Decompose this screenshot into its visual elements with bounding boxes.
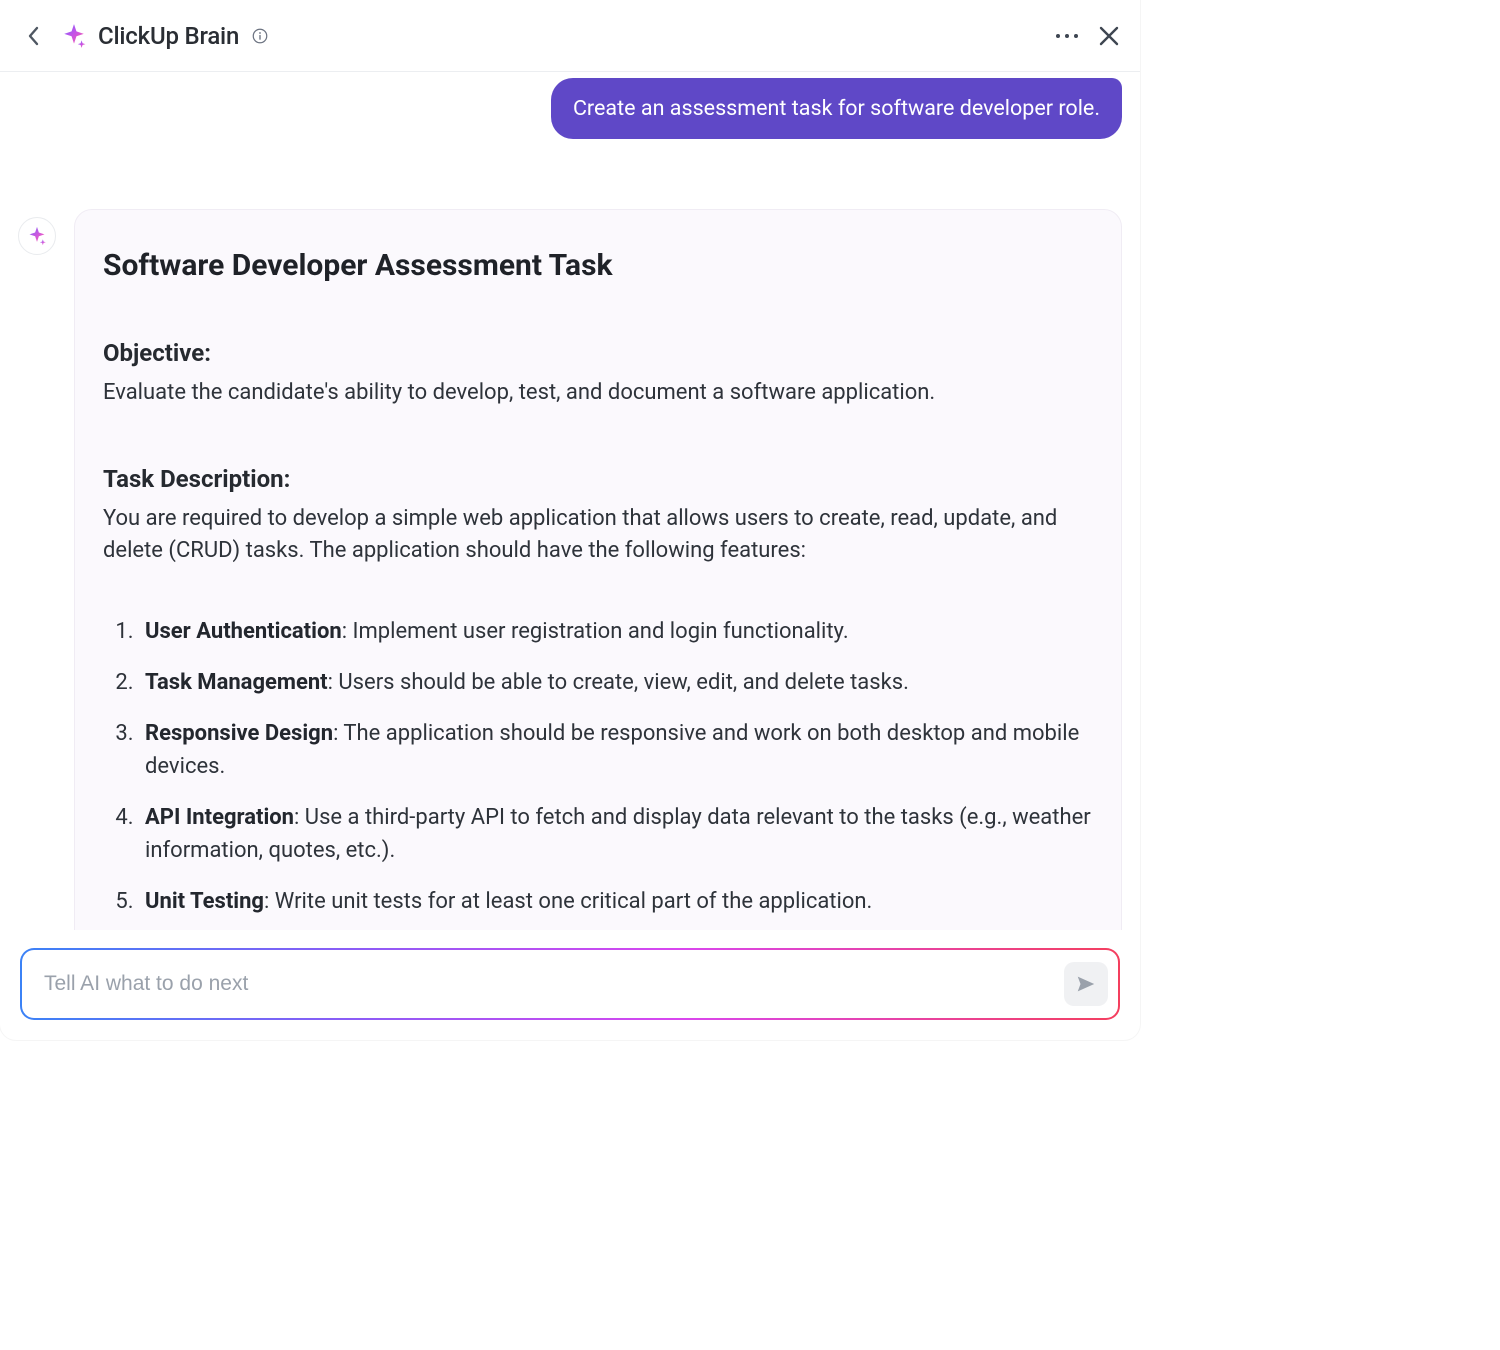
feature-item: Unit Testing: Write unit tests for at le… xyxy=(139,885,1093,918)
feature-item: Responsive Design: The application shoul… xyxy=(139,717,1093,783)
composer xyxy=(20,948,1120,1020)
ai-avatar xyxy=(18,217,56,255)
close-button[interactable] xyxy=(1098,25,1120,47)
header-bar: ClickUp Brain xyxy=(0,0,1140,72)
feature-item: User Authentication: Implement user regi… xyxy=(139,615,1093,648)
send-button[interactable] xyxy=(1064,962,1108,1006)
composer-input[interactable] xyxy=(44,972,1064,996)
user-message-bubble: Create an assessment task for software d… xyxy=(551,78,1122,139)
info-icon[interactable] xyxy=(249,25,271,47)
back-button[interactable] xyxy=(20,22,48,50)
brain-logo-icon xyxy=(60,22,88,50)
objective-heading: Objective: xyxy=(103,339,1093,367)
ai-response-card: Software Developer Assessment Task Objec… xyxy=(74,209,1122,930)
feature-list: User Authentication: Implement user regi… xyxy=(103,615,1093,918)
objective-text: Evaluate the candidate's ability to deve… xyxy=(103,377,1093,409)
task-description-heading: Task Description: xyxy=(103,465,1093,493)
feature-item: Task Management: Users should be able to… xyxy=(139,666,1093,699)
feature-item: API Integration: Use a third-party API t… xyxy=(139,801,1093,867)
more-options-button[interactable] xyxy=(1054,32,1080,40)
conversation-pane: Create an assessment task for software d… xyxy=(0,72,1140,930)
page-title: ClickUp Brain xyxy=(98,22,239,50)
response-title: Software Developer Assessment Task xyxy=(103,248,1093,283)
task-description-text: You are required to develop a simple web… xyxy=(103,503,1093,567)
